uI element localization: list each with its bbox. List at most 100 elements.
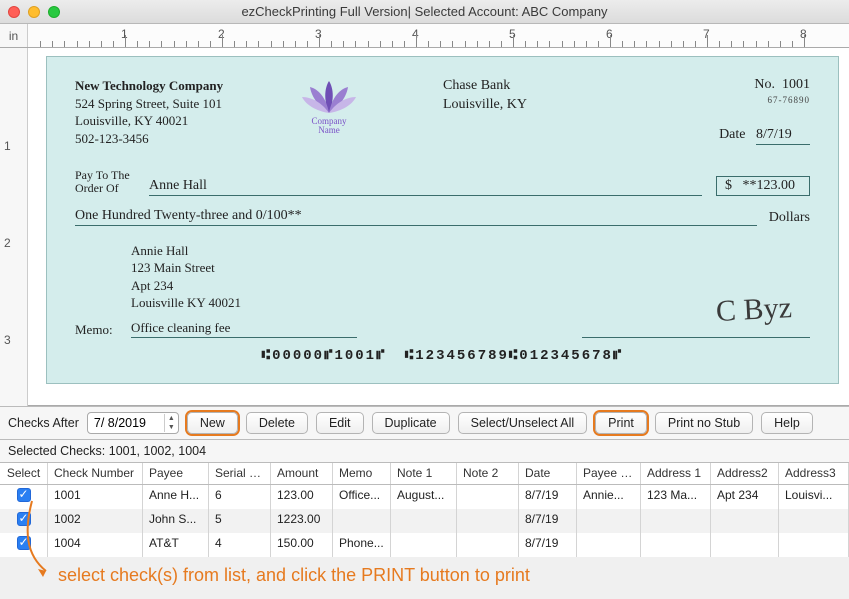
amount-numeric: **123.00 [743,178,796,193]
titlebar: ezCheckPrinting Full Version| Selected A… [0,0,849,24]
cell-a2: Apt 234 [711,485,779,509]
cell-n2 [457,485,519,509]
horizontal-ruler: 12345678 [28,24,849,47]
cell-memo: Office... [333,485,391,509]
print-no-stub-button[interactable]: Print no Stub [655,412,753,434]
lotus-icon [298,77,360,117]
micr-line: ⑆00000⑈1001⑈ ⑆123456789⑆012345678⑈ [75,348,810,364]
cell-n2 [457,509,519,533]
col-note2[interactable]: Note 2 [457,463,519,484]
cell-a3 [779,533,849,557]
col-check-number[interactable]: Check Number [48,463,143,484]
row-select-checkbox[interactable] [17,488,31,502]
cell-serial: 6 [209,485,271,509]
cell-a1 [641,509,711,533]
table-body: 1001Anne H...6123.00Office...August... 8/… [0,485,849,557]
cell-payee: AT&T [143,533,209,557]
signature: C Byz [715,291,793,329]
print-button[interactable]: Print [595,412,647,434]
company-phone: 502-123-3456 [75,131,149,146]
cell-date: 8/7/19 [519,485,577,509]
cell-payee: Anne H... [143,485,209,509]
cell-n1 [391,533,457,557]
check-preview: New Technology Company 524 Spring Street… [46,56,839,384]
payee-address: Annie Hall 123 Main Street Apt 234 Louis… [131,242,810,312]
bank-block: Chase Bank Louisville, KY [443,77,527,147]
col-amount[interactable]: Amount [271,463,333,484]
cell-n1: August... [391,485,457,509]
cell-memo [333,509,391,533]
check-top-right: No. 1001 67-76890 Date 8/7/19 [719,77,810,147]
company-logo: Company Name [285,77,373,147]
cell-num: 1004 [48,533,143,557]
vertical-ruler: 123 [0,48,28,406]
cell-a1: 123 Ma... [641,485,711,509]
col-payee-name[interactable]: Payee N... [577,463,641,484]
new-button[interactable]: New [187,412,238,434]
logo-text-2: Name [285,126,373,135]
cell-amount: 1223.00 [271,509,333,533]
cell-serial: 4 [209,533,271,557]
checks-after-input[interactable] [88,416,164,430]
cell-a1 [641,533,711,557]
company-addr2: Louisville, KY 40021 [75,113,188,128]
cell-n1 [391,509,457,533]
cell-serial: 5 [209,509,271,533]
check-number: 1001 [782,77,810,92]
cell-a2 [711,533,779,557]
selected-checks-summary: Selected Checks: 1001, 1002, 1004 [0,440,849,463]
annotation-hint: select check(s) from list, and click the… [0,557,849,586]
col-date[interactable]: Date [519,463,577,484]
col-serial[interactable]: Serial N... [209,463,271,484]
cell-num: 1001 [48,485,143,509]
ruler-unit: in [0,24,28,47]
delete-button[interactable]: Delete [246,412,308,434]
company-addr1: 524 Spring Street, Suite 101 [75,96,222,111]
stepper-down-icon[interactable]: ▼ [165,423,178,432]
col-address2[interactable]: Address2 [711,463,779,484]
cell-date: 8/7/19 [519,509,577,533]
company-name: New Technology Company [75,78,223,93]
cell-amount: 123.00 [271,485,333,509]
payee-line: Anne Hall [149,178,702,196]
cell-amount: 150.00 [271,533,333,557]
col-memo[interactable]: Memo [333,463,391,484]
currency-symbol: $ [725,178,732,193]
col-note1[interactable]: Note 1 [391,463,457,484]
cell-payee: John S... [143,509,209,533]
col-address1[interactable]: Address 1 [641,463,711,484]
table-row[interactable]: 1002John S...51223.00 8/7/19 [0,509,849,533]
toolbar: Checks After ▲ ▼ New Delete Edit Duplica… [0,406,849,440]
fraction-code: 67-76890 [719,95,810,105]
company-block: New Technology Company 524 Spring Street… [75,77,285,147]
amount-box: $ **123.00 [716,176,810,196]
stepper-up-icon[interactable]: ▲ [165,414,178,423]
cell-num: 1002 [48,509,143,533]
select-unselect-all-button[interactable]: Select/Unselect All [458,412,588,434]
window-title: ezCheckPrinting Full Version| Selected A… [0,4,849,19]
dollars-label: Dollars [769,210,810,226]
amount-words: One Hundred Twenty-three and 0/100** [75,208,757,226]
cell-pn [577,509,641,533]
memo-label: Memo: [75,322,131,338]
table-row[interactable]: 1004AT&T4150.00Phone...8/7/19 [0,533,849,557]
col-address3[interactable]: Address3 [779,463,849,484]
checks-table: Select Check Number Payee Serial N... Am… [0,463,849,557]
col-select[interactable]: Select [0,463,48,484]
help-button[interactable]: Help [761,412,813,434]
col-payee[interactable]: Payee [143,463,209,484]
cell-a3: Louisvi... [779,485,849,509]
date-label: Date [719,127,745,142]
pay-to-label: Pay To The Order Of [75,169,149,195]
bank-name: Chase Bank [443,78,510,93]
bank-city: Louisville, KY [443,97,527,112]
check-date: 8/7/19 [756,127,810,145]
cell-pn: Annie... [577,485,641,509]
duplicate-button[interactable]: Duplicate [372,412,450,434]
edit-button[interactable]: Edit [316,412,364,434]
table-row[interactable]: 1001Anne H...6123.00Office...August... 8/… [0,485,849,509]
ruler-row: in 12345678 [0,24,849,48]
cell-date: 8/7/19 [519,533,577,557]
checks-after-label: Checks After [8,416,79,430]
checks-after-date[interactable]: ▲ ▼ [87,412,179,434]
